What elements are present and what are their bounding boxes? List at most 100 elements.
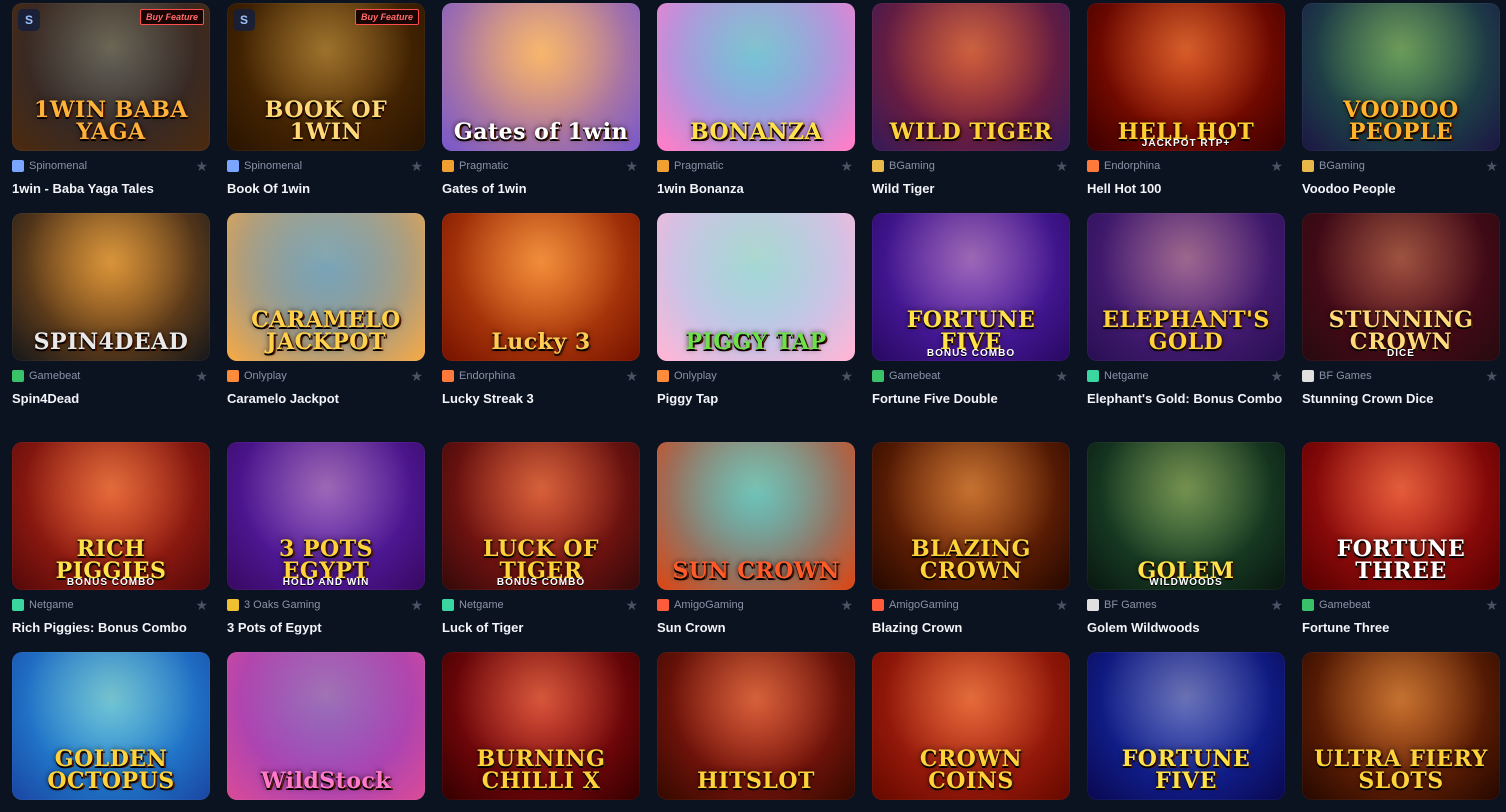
- favorite-star-icon[interactable]: ★: [840, 369, 853, 383]
- game-thumbnail[interactable]: FORTUNE FIVE: [1087, 652, 1285, 800]
- game-title[interactable]: Caramelo Jackpot: [227, 389, 425, 408]
- game-card[interactable]: VOODOO PEOPLE BGaming ★ Voodoo People: [1302, 3, 1500, 213]
- game-thumbnail[interactable]: S Buy Feature BOOK OF 1WIN: [227, 3, 425, 151]
- game-title[interactable]: Piggy Tap: [657, 389, 855, 408]
- game-card[interactable]: ELEPHANT'S GOLD Netgame ★ Elephant's Gold: …: [1087, 213, 1285, 442]
- game-card[interactable]: FORTUNE FIVE: [1087, 652, 1285, 812]
- game-title[interactable]: Fortune Five Double: [872, 389, 1070, 408]
- game-title[interactable]: 1win Bonanza: [657, 179, 855, 198]
- game-title[interactable]: 1win - Baba Yaga Tales: [12, 179, 210, 198]
- game-thumbnail[interactable]: LUCK OF TIGER BONUS COMBO: [442, 442, 640, 590]
- provider[interactable]: Pragmatic: [442, 160, 509, 172]
- game-thumbnail[interactable]: ELEPHANT'S GOLD: [1087, 213, 1285, 361]
- provider[interactable]: Spinomenal: [227, 160, 302, 172]
- game-card[interactable]: S Buy Feature 1WIN BABA YAGA Spinomenal ★ 1wi…: [12, 3, 210, 213]
- game-title[interactable]: Blazing Crown: [872, 618, 1070, 637]
- game-thumbnail[interactable]: SUN CROWN: [657, 442, 855, 590]
- game-title[interactable]: Voodoo People: [1302, 179, 1500, 198]
- provider[interactable]: Gamebeat: [872, 370, 940, 382]
- provider[interactable]: BF Games: [1302, 370, 1372, 382]
- provider[interactable]: AmigoGaming: [872, 599, 959, 611]
- game-thumbnail[interactable]: BLAZING CROWN: [872, 442, 1070, 590]
- provider[interactable]: BGaming: [1302, 160, 1365, 172]
- game-thumbnail[interactable]: GOLDEN OCTOPUS: [12, 652, 210, 800]
- game-card[interactable]: RICH PIGGIES BONUS COMBO Netgame ★ Rich Pigg…: [12, 442, 210, 652]
- game-thumbnail[interactable]: RICH PIGGIES BONUS COMBO: [12, 442, 210, 590]
- favorite-star-icon[interactable]: ★: [1270, 369, 1283, 383]
- game-title[interactable]: Fortune Three: [1302, 618, 1500, 637]
- game-card[interactable]: HITSLOT: [657, 652, 855, 812]
- favorite-star-icon[interactable]: ★: [625, 369, 638, 383]
- game-card[interactable]: GOLEM WILDWOODS BF Games ★ Golem Wildwoods: [1087, 442, 1285, 652]
- game-title[interactable]: Rich Piggies: Bonus Combo: [12, 618, 210, 637]
- game-card[interactable]: 3 POTS EGYPT HOLD AND WIN 3 Oaks Gaming ★ 3 …: [227, 442, 425, 652]
- game-card[interactable]: S Buy Feature BOOK OF 1WIN Spinomenal ★ Book …: [227, 3, 425, 213]
- game-card[interactable]: Lucky 3 Endorphina ★ Lucky Streak 3: [442, 213, 640, 442]
- game-title[interactable]: Elephant's Gold: Bonus Combo: [1087, 389, 1285, 408]
- game-thumbnail[interactable]: CARAMELO JACKPOT: [227, 213, 425, 361]
- game-thumbnail[interactable]: CROWN COINS: [872, 652, 1070, 800]
- favorite-star-icon[interactable]: ★: [1270, 159, 1283, 173]
- provider[interactable]: 3 Oaks Gaming: [227, 599, 320, 611]
- game-title[interactable]: Lucky Streak 3: [442, 389, 640, 408]
- provider[interactable]: Gamebeat: [1302, 599, 1370, 611]
- game-card[interactable]: BURNING CHILLI X: [442, 652, 640, 812]
- favorite-star-icon[interactable]: ★: [195, 598, 208, 612]
- game-thumbnail[interactable]: BONANZA: [657, 3, 855, 151]
- game-title[interactable]: Sun Crown: [657, 618, 855, 637]
- game-thumbnail[interactable]: Gates of 1win: [442, 3, 640, 151]
- game-title[interactable]: Stunning Crown Dice: [1302, 389, 1500, 408]
- provider[interactable]: Onlyplay: [657, 370, 717, 382]
- game-thumbnail[interactable]: VOODOO PEOPLE: [1302, 3, 1500, 151]
- favorite-star-icon[interactable]: ★: [410, 598, 423, 612]
- game-thumbnail[interactable]: GOLEM WILDWOODS: [1087, 442, 1285, 590]
- game-card[interactable]: WILD TIGER BGaming ★ Wild Tiger: [872, 3, 1070, 213]
- provider[interactable]: Endorphina: [442, 370, 515, 382]
- game-card[interactable]: HELL HOT JACKPOT RTP+ Endorphina ★ Hell Hot …: [1087, 3, 1285, 213]
- favorite-star-icon[interactable]: ★: [1055, 159, 1068, 173]
- favorite-star-icon[interactable]: ★: [840, 598, 853, 612]
- game-thumbnail[interactable]: SPIN4DEAD: [12, 213, 210, 361]
- favorite-star-icon[interactable]: ★: [195, 369, 208, 383]
- game-card[interactable]: WildStock: [227, 652, 425, 812]
- favorite-star-icon[interactable]: ★: [1485, 369, 1498, 383]
- game-thumbnail[interactable]: STUNNING CROWN DICE: [1302, 213, 1500, 361]
- game-card[interactable]: BONANZA Pragmatic ★ 1win Bonanza: [657, 3, 855, 213]
- game-title[interactable]: Book Of 1win: [227, 179, 425, 198]
- favorite-star-icon[interactable]: ★: [1055, 369, 1068, 383]
- game-title[interactable]: Hell Hot 100: [1087, 179, 1285, 198]
- provider[interactable]: Pragmatic: [657, 160, 724, 172]
- provider[interactable]: Netgame: [1087, 370, 1149, 382]
- favorite-star-icon[interactable]: ★: [1270, 598, 1283, 612]
- game-title[interactable]: Spin4Dead: [12, 389, 210, 408]
- game-card[interactable]: LUCK OF TIGER BONUS COMBO Netgame ★ Luck of …: [442, 442, 640, 652]
- game-card[interactable]: BLAZING CROWN AmigoGaming ★ Blazing Crown: [872, 442, 1070, 652]
- provider[interactable]: Onlyplay: [227, 370, 287, 382]
- provider[interactable]: Gamebeat: [12, 370, 80, 382]
- favorite-star-icon[interactable]: ★: [1485, 598, 1498, 612]
- game-card[interactable]: CROWN COINS: [872, 652, 1070, 812]
- provider[interactable]: Netgame: [12, 599, 74, 611]
- game-thumbnail[interactable]: HELL HOT JACKPOT RTP+: [1087, 3, 1285, 151]
- provider[interactable]: BF Games: [1087, 599, 1157, 611]
- game-title[interactable]: Golem Wildwoods: [1087, 618, 1285, 637]
- provider[interactable]: Endorphina: [1087, 160, 1160, 172]
- game-card[interactable]: SUN CROWN AmigoGaming ★ Sun Crown: [657, 442, 855, 652]
- favorite-star-icon[interactable]: ★: [410, 369, 423, 383]
- game-thumbnail[interactable]: HITSLOT: [657, 652, 855, 800]
- favorite-star-icon[interactable]: ★: [625, 598, 638, 612]
- provider[interactable]: BGaming: [872, 160, 935, 172]
- favorite-star-icon[interactable]: ★: [1055, 598, 1068, 612]
- game-thumbnail[interactable]: WILD TIGER: [872, 3, 1070, 151]
- game-title[interactable]: 3 Pots of Egypt: [227, 618, 425, 637]
- game-thumbnail[interactable]: S Buy Feature 1WIN BABA YAGA: [12, 3, 210, 151]
- game-title[interactable]: Gates of 1win: [442, 179, 640, 198]
- provider[interactable]: AmigoGaming: [657, 599, 744, 611]
- favorite-star-icon[interactable]: ★: [625, 159, 638, 173]
- favorite-star-icon[interactable]: ★: [195, 159, 208, 173]
- game-thumbnail[interactable]: 3 POTS EGYPT HOLD AND WIN: [227, 442, 425, 590]
- favorite-star-icon[interactable]: ★: [1485, 159, 1498, 173]
- game-thumbnail[interactable]: Lucky 3: [442, 213, 640, 361]
- game-card[interactable]: ULTRA FIERY SLOTS: [1302, 652, 1500, 812]
- game-thumbnail[interactable]: ULTRA FIERY SLOTS: [1302, 652, 1500, 800]
